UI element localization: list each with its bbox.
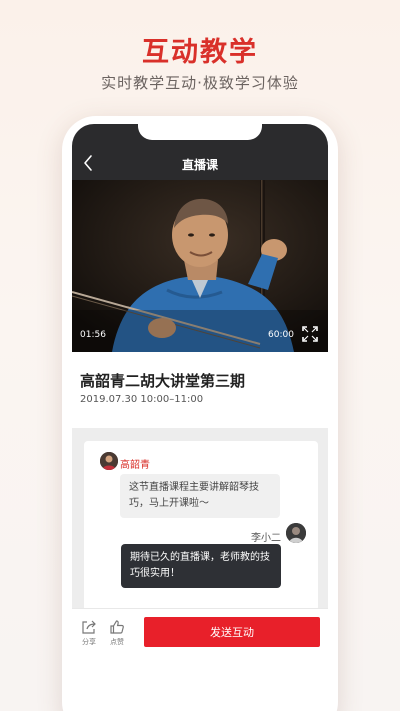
bottom-action-bar: 分享 点赞 发送互动 (72, 608, 328, 711)
nav-header: 直播课 (72, 124, 328, 180)
fullscreen-icon (302, 326, 318, 342)
avatar (100, 452, 118, 470)
share-button[interactable]: 分享 (77, 619, 101, 647)
like-button[interactable]: 点赞 (105, 619, 129, 647)
chat-area: 高韶青 这节直播课程主要讲解韶琴技巧，马上开课啦～ 李小二 期待已久的直播课，老… (72, 428, 328, 611)
video-player[interactable] (72, 180, 328, 352)
phone-notch (138, 124, 262, 140)
share-icon (82, 620, 96, 634)
message-sender: 高韶青 (120, 460, 150, 471)
message-sender: 李小二 (251, 533, 281, 544)
message-bubble: 这节直播课程主要讲解韶琴技巧，马上开课啦～ (120, 474, 280, 518)
video-current-time: 01:56 (80, 330, 106, 340)
video-frame-image (72, 180, 328, 352)
send-interaction-button[interactable]: 发送互动 (144, 617, 320, 647)
app-screen: 直播课 01:56 60:00 高韶青二胡大讲堂第三期 2019.07.30 1… (72, 124, 328, 711)
like-label: 点赞 (110, 638, 124, 646)
fullscreen-button[interactable] (301, 325, 319, 343)
share-label: 分享 (82, 638, 96, 646)
thumbs-up-icon (110, 620, 124, 634)
page-title: 直播课 (181, 158, 218, 172)
course-title: 高韶青二胡大讲堂第三期 (80, 372, 246, 390)
avatar (286, 523, 306, 543)
course-time: 2019.07.30 10:00–11:00 (80, 394, 204, 405)
promo-title: 互动教学 (142, 37, 258, 68)
promo-subtitle: 实时教学互动·极致学习体验 (101, 74, 299, 92)
video-total-time: 60:00 (268, 330, 294, 340)
message-bubble: 期待已久的直播课，老师教的技巧很实用！ (121, 544, 281, 588)
chat-panel[interactable]: 高韶青 这节直播课程主要讲解韶琴技巧，马上开课啦～ 李小二 期待已久的直播课，老… (84, 441, 318, 611)
